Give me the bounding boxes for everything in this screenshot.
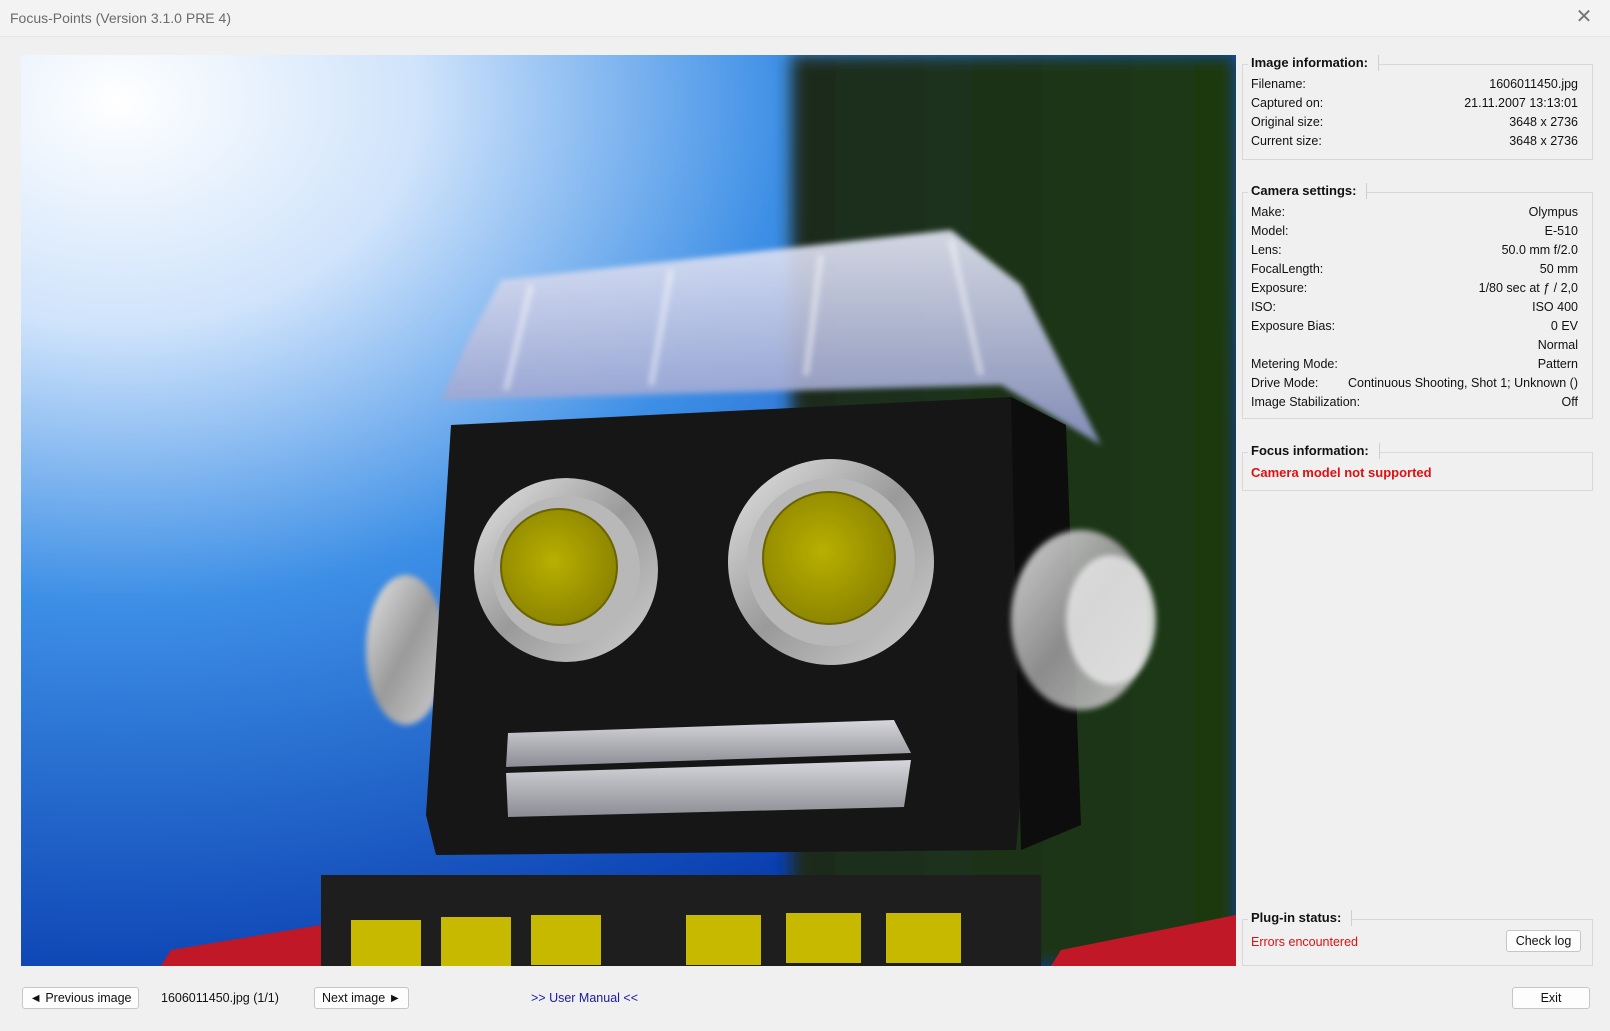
focus-information-group: Focus information: Camera model not supp… [1242, 443, 1593, 491]
info-row-filename: Filename: 1606011450.jpg [1251, 77, 1578, 91]
camera-settings-group: Camera settings: Make: Olympus Model: E-51… [1242, 183, 1593, 419]
plugin-status-legend: Plug-in status: [1248, 910, 1353, 926]
previous-image-button[interactable]: ◄ Previous image [22, 987, 139, 1009]
current-file-label: 1606011450.jpg (1/1) [161, 991, 279, 1005]
camera-settings-legend: Camera settings: [1248, 183, 1368, 199]
focus-error-message: Camera model not supported [1251, 465, 1432, 480]
camera-row-exposure-bias: Exposure Bias: 0 EV [1251, 319, 1578, 333]
info-row-captured: Captured on: 21.11.2007 13:13:01 [1251, 96, 1578, 110]
camera-row-model: Model: E-510 [1251, 224, 1578, 238]
focus-information-legend: Focus information: [1248, 443, 1380, 459]
image-information-group: Image information: Filename: 1606011450.j… [1242, 55, 1593, 160]
exit-button[interactable]: Exit [1512, 987, 1590, 1009]
window-title: Focus-Points (Version 3.1.0 PRE 4) [10, 10, 231, 26]
info-row-original-size: Original size: 3648 x 2736 [1251, 115, 1578, 129]
camera-row-drive-mode: Drive Mode: Continuous Shooting, Shot 1; … [1251, 376, 1578, 390]
camera-row-image-stabilization: Image Stabilization: Off [1251, 395, 1578, 409]
camera-row-make: Make: Olympus [1251, 205, 1578, 219]
plugin-status-group: Plug-in status: Errors encountered Check… [1242, 910, 1593, 966]
info-row-current-size: Current size: 3648 x 2736 [1251, 134, 1578, 148]
camera-row-lens: Lens: 50.0 mm f/2.0 [1251, 243, 1578, 257]
close-icon[interactable]: ✕ [1572, 6, 1596, 30]
next-image-button[interactable]: Next image ► [314, 987, 409, 1009]
camera-row-iso: ISO: ISO 400 [1251, 300, 1578, 314]
camera-row-focal-length: FocalLength: 50 mm [1251, 262, 1578, 276]
preview-image [21, 55, 1236, 966]
camera-row-metering-mode: Metering Mode: Pattern [1251, 357, 1578, 371]
user-manual-link[interactable]: >> User Manual << [531, 991, 638, 1005]
robot-photo [21, 55, 1236, 966]
camera-row-exposure: Exposure: 1/80 sec at ƒ / 2,0 [1251, 281, 1578, 295]
check-log-button[interactable]: Check log [1506, 930, 1581, 952]
image-information-legend: Image information: [1248, 55, 1380, 71]
camera-row-exposure-mode: Normal [1537, 338, 1578, 352]
title-bar: Focus-Points (Version 3.1.0 PRE 4) ✕ [0, 0, 1610, 37]
